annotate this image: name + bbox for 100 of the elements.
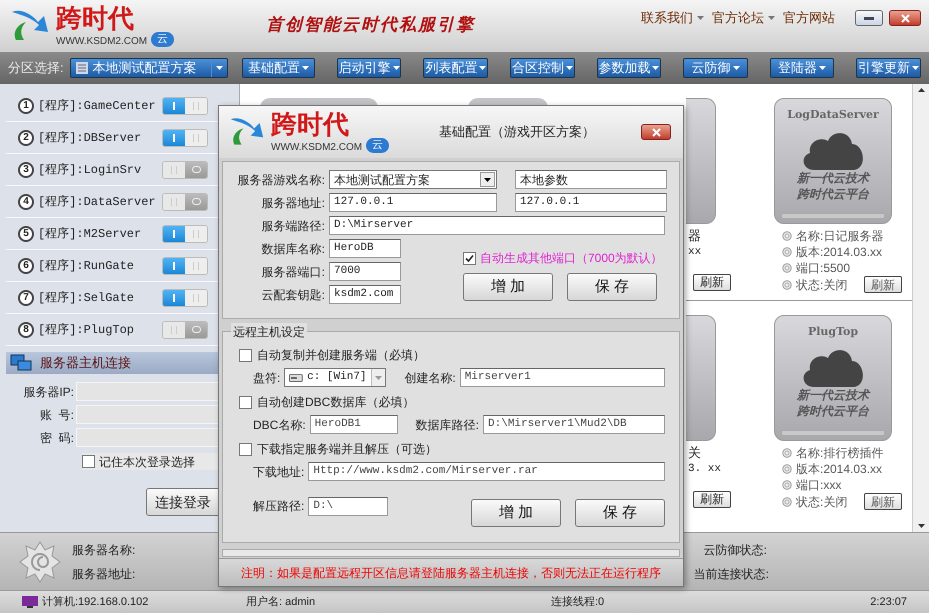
toggle-switch[interactable] — [162, 288, 208, 306]
refresh-button[interactable]: 刷新 — [864, 493, 902, 510]
field-label: 服务器游戏名称: — [236, 172, 325, 188]
shell-icon — [18, 540, 62, 584]
bullet-icon — [782, 464, 792, 474]
field-label: 云配套钥匙: — [260, 286, 325, 304]
menu-button[interactable]: 启动引擎 — [336, 58, 402, 78]
toggle-switch[interactable] — [162, 160, 208, 178]
menu-button[interactable]: 云防御 — [683, 58, 748, 78]
refresh-button[interactable]: 刷新 — [693, 490, 731, 508]
menu-button[interactable]: 合区控制 — [510, 58, 575, 78]
program-label: [程序]:RunGate — [38, 258, 136, 274]
number-badge: 7 — [18, 290, 34, 306]
bullet-icon — [782, 280, 792, 290]
caret-icon — [918, 88, 924, 92]
cloud-badge: 云 — [151, 32, 174, 46]
refresh-button[interactable]: 刷新 — [864, 276, 902, 293]
minimize-button[interactable] — [855, 10, 883, 26]
header-link[interactable]: 联系我们 — [641, 8, 704, 28]
tagline: 新一代云技术 — [797, 386, 869, 402]
checkbox[interactable] — [239, 348, 252, 362]
scrollbar[interactable] — [912, 84, 929, 532]
text-field[interactable]: Mirserver1 — [460, 368, 665, 387]
caret-icon — [484, 178, 491, 182]
toggle-switch[interactable] — [162, 96, 208, 114]
caret-icon — [918, 524, 924, 528]
checkbox[interactable] — [239, 442, 252, 456]
card-info: 版本:2014.03.xx — [796, 461, 882, 477]
card-info: 关 — [688, 445, 702, 461]
field-label: 服务器端口: — [260, 264, 325, 280]
action-button[interactable]: 保 存 — [567, 273, 657, 301]
info-label: 服务器名称: — [72, 542, 136, 558]
menu-button[interactable]: 基础配置 — [242, 58, 315, 78]
checkbox-label: 自动创建DBC数据库（必填） — [257, 394, 414, 411]
program-label: [程序]:SelGate — [38, 290, 136, 306]
checkbox[interactable] — [239, 396, 252, 408]
status-text: 计算机:192.168.0.102 — [42, 594, 150, 610]
text-field[interactable]: HeroDB — [329, 239, 401, 258]
drive-select[interactable]: c: [Win7] — [284, 368, 386, 387]
header-link[interactable]: 官方论坛 — [712, 8, 775, 28]
program-label: [程序]:PlugTop — [38, 322, 136, 338]
action-button[interactable]: 保 存 — [575, 499, 665, 527]
text-field[interactable]: 127.0.0.1 — [515, 193, 667, 212]
action-button[interactable]: 增 加 — [463, 273, 553, 301]
text-field[interactable]: 7000 — [329, 262, 401, 281]
server-title: LogDataServer — [787, 107, 879, 123]
text-field[interactable]: D:\Mirserver1\Mud2\DB — [483, 415, 665, 434]
checkbox[interactable] — [82, 455, 95, 468]
zone-dropdown[interactable]: 本地测试配置方案 — [70, 58, 228, 78]
header-link[interactable]: 官方网站 — [783, 8, 835, 28]
drive-icon — [289, 374, 304, 382]
field-label: 服务器地址: — [260, 194, 325, 212]
text-field[interactable]: HeroDB1 — [310, 415, 398, 434]
card-info: 名称:日记服务器 — [796, 228, 884, 244]
toggle-switch[interactable] — [162, 256, 208, 274]
bullet-icon — [782, 480, 792, 490]
bullet-icon — [782, 496, 792, 506]
field-label: 创建名称: — [404, 370, 456, 386]
logo-name: 跨时代 — [56, 6, 135, 32]
field-label: 数据库名称: — [260, 240, 325, 258]
text-field[interactable]: D:\ — [308, 496, 388, 516]
toggle-switch[interactable] — [162, 224, 208, 242]
number-badge: 1 — [18, 98, 34, 114]
toggle-switch[interactable] — [162, 320, 208, 338]
close-icon — [900, 14, 910, 22]
caret-icon — [697, 16, 704, 20]
card-info: 状态:关闭 — [796, 276, 848, 292]
card-info: 3. xx — [688, 462, 722, 477]
bullet-icon — [782, 263, 792, 273]
select-field[interactable]: 本地测试配置方案 — [329, 170, 497, 189]
text-field[interactable]: D:\Mirserver — [329, 216, 665, 235]
caret-icon — [479, 66, 486, 70]
text-field[interactable]: ksdm2.com — [329, 285, 401, 304]
logo-url: WWW.KSDM2.COM — [56, 36, 148, 46]
close-button[interactable] — [641, 124, 671, 140]
field-label: DBC名称: — [253, 416, 306, 434]
field-label: 盘符: — [253, 370, 280, 386]
program-label: [程序]:DBServer — [38, 130, 142, 146]
cloud-badge: 云 — [366, 138, 390, 152]
checkbox-label: 自动生成其他端口（7000为默认） — [480, 250, 663, 267]
toggle-switch[interactable] — [162, 128, 208, 146]
action-button[interactable]: 增 加 — [471, 499, 561, 527]
monitor-icon — [22, 596, 38, 608]
field-label: 服务端路径: — [260, 218, 325, 234]
menu-button[interactable]: 参数加载 — [596, 58, 662, 78]
toggle-switch[interactable] — [162, 192, 208, 210]
field-label: 数据库路径: — [416, 416, 480, 434]
checkbox[interactable] — [463, 252, 476, 264]
menu-button[interactable]: 登陆器 — [770, 58, 834, 78]
close-button[interactable] — [889, 10, 921, 26]
number-badge: 8 — [18, 322, 34, 338]
text-field[interactable]: 127.0.0.1 — [329, 193, 497, 212]
text-field[interactable]: Http://www.ksdm2.com/Mirserver.rar — [308, 462, 665, 481]
menu-button[interactable]: 列表配置 — [423, 58, 488, 78]
refresh-button[interactable]: 刷新 — [693, 274, 731, 290]
menu-button[interactable]: 引擎更新 — [856, 58, 922, 78]
caret-icon — [912, 66, 920, 70]
text-field[interactable]: 本地参数 — [515, 170, 667, 189]
field-label: 下载地址: — [253, 464, 304, 480]
caret-icon — [768, 16, 775, 20]
